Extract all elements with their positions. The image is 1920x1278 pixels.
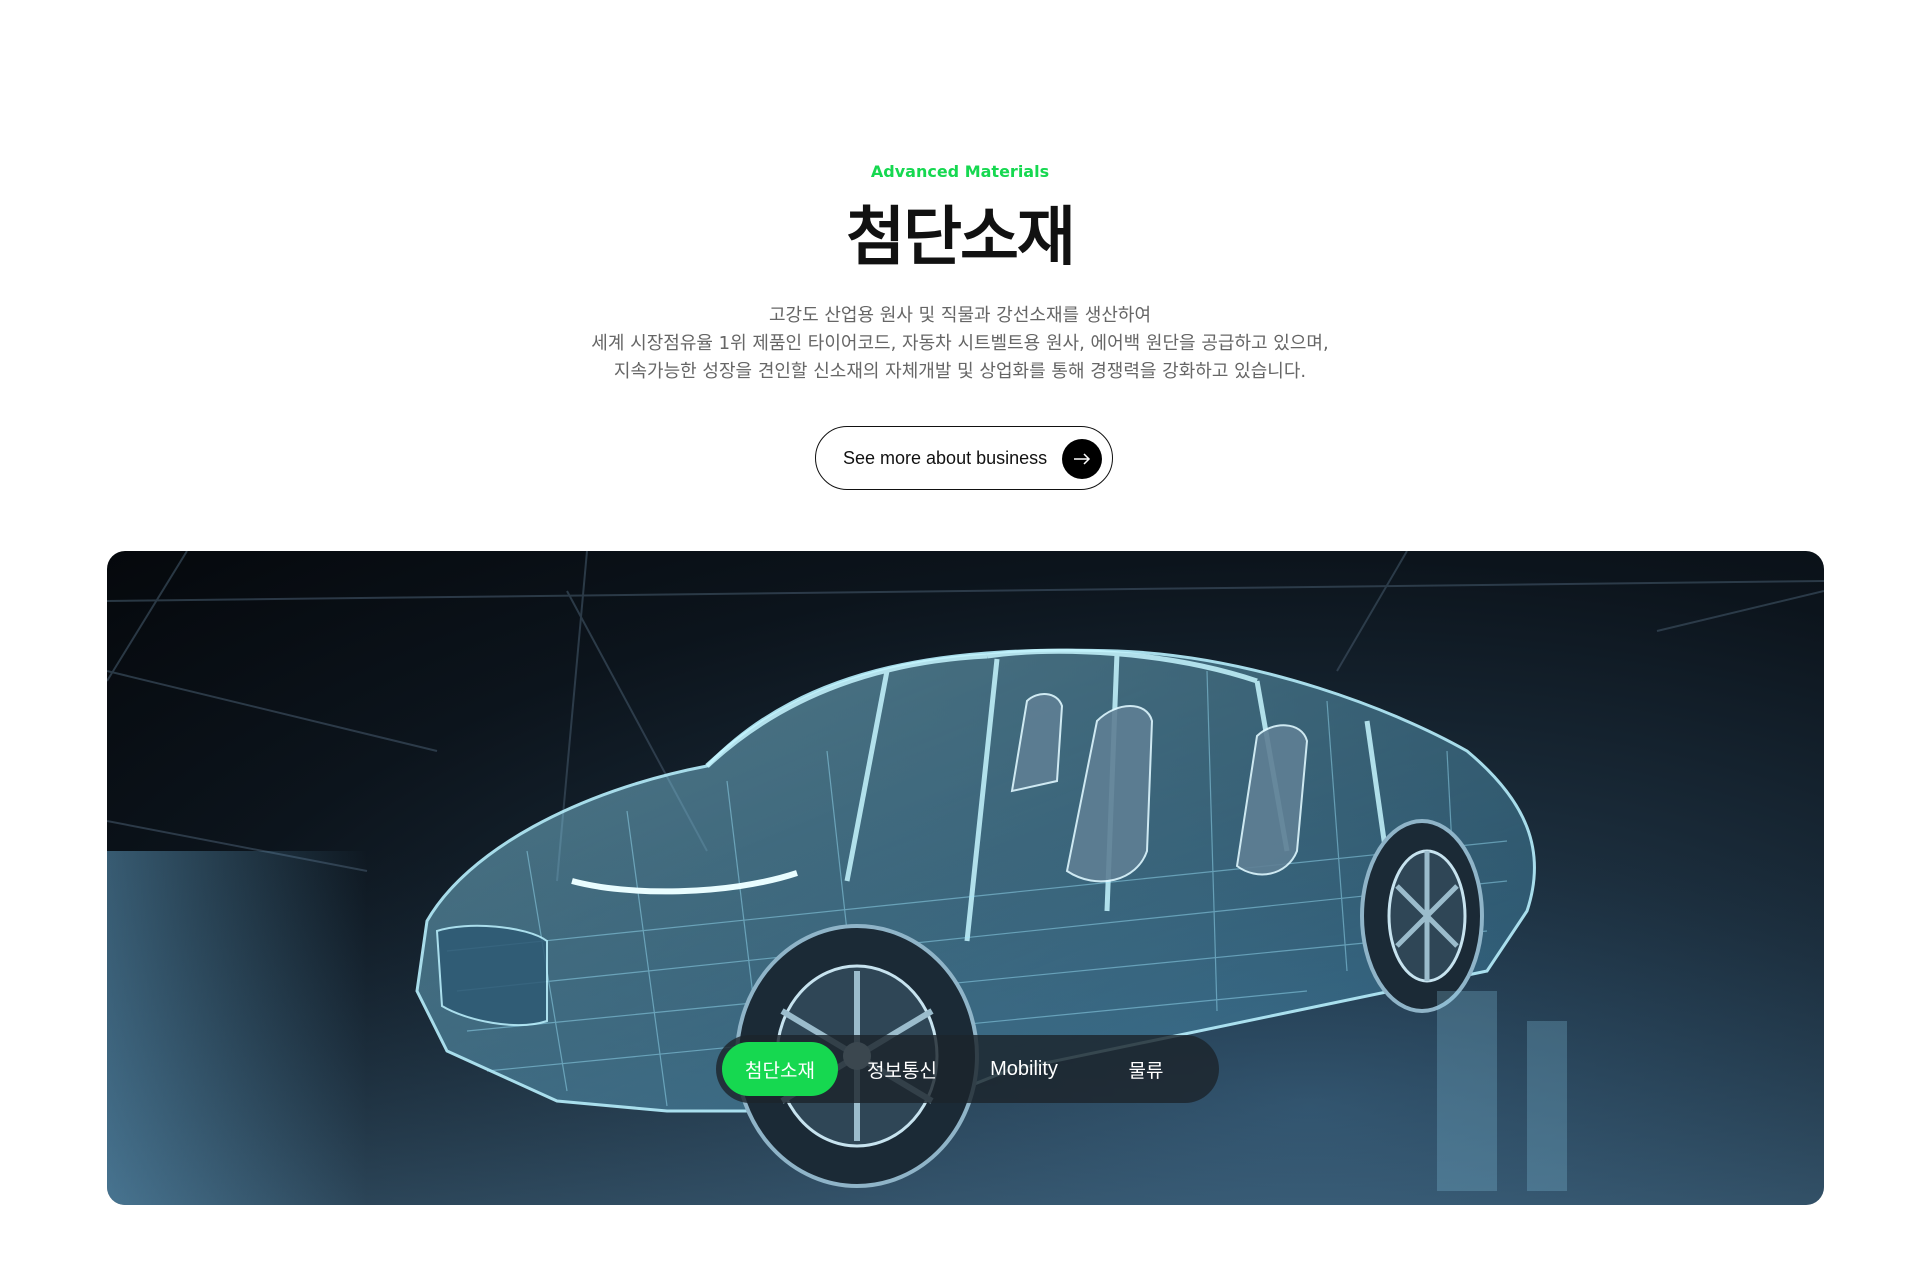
tab-logistics[interactable]: 물류 [1082, 1042, 1210, 1096]
tab-advanced-materials[interactable]: 첨단소재 [722, 1042, 838, 1096]
section-title: 첨단소재 [846, 201, 1076, 275]
description-line: 지속가능한 성장을 견인할 신소재의 자체개발 및 상업화를 통해 경쟁력을 강… [613, 361, 1307, 382]
tab-mobility[interactable]: Mobility [966, 1042, 1082, 1096]
see-more-business-button[interactable]: See more about business [815, 426, 1113, 490]
business-tabs: 첨단소재 정보통신 Mobility 물류 [716, 1035, 1219, 1103]
see-more-label: See more about business [843, 447, 1048, 468]
arrow-right-icon [1062, 439, 1102, 479]
description-line: 세계 시장점유율 1위 제품인 타이어코드, 자동차 시트벨트용 원사, 에어백… [591, 333, 1329, 354]
business-section: Advanced Materials 첨단소재 고강도 산업용 원사 및 직물과… [0, 0, 1920, 1278]
section-description: 고강도 산업용 원사 및 직물과 강선소재를 생산하여 세계 시장점유율 1위 … [0, 302, 1920, 386]
description-line: 고강도 산업용 원사 및 직물과 강선소재를 생산하여 [768, 305, 1152, 326]
wireframe-car-image [107, 551, 1824, 1205]
tab-ict[interactable]: 정보통신 [838, 1042, 966, 1096]
section-eyebrow: Advanced Materials [870, 162, 1050, 181]
hero-image-panel: 첨단소재 정보통신 Mobility 물류 [107, 551, 1824, 1205]
